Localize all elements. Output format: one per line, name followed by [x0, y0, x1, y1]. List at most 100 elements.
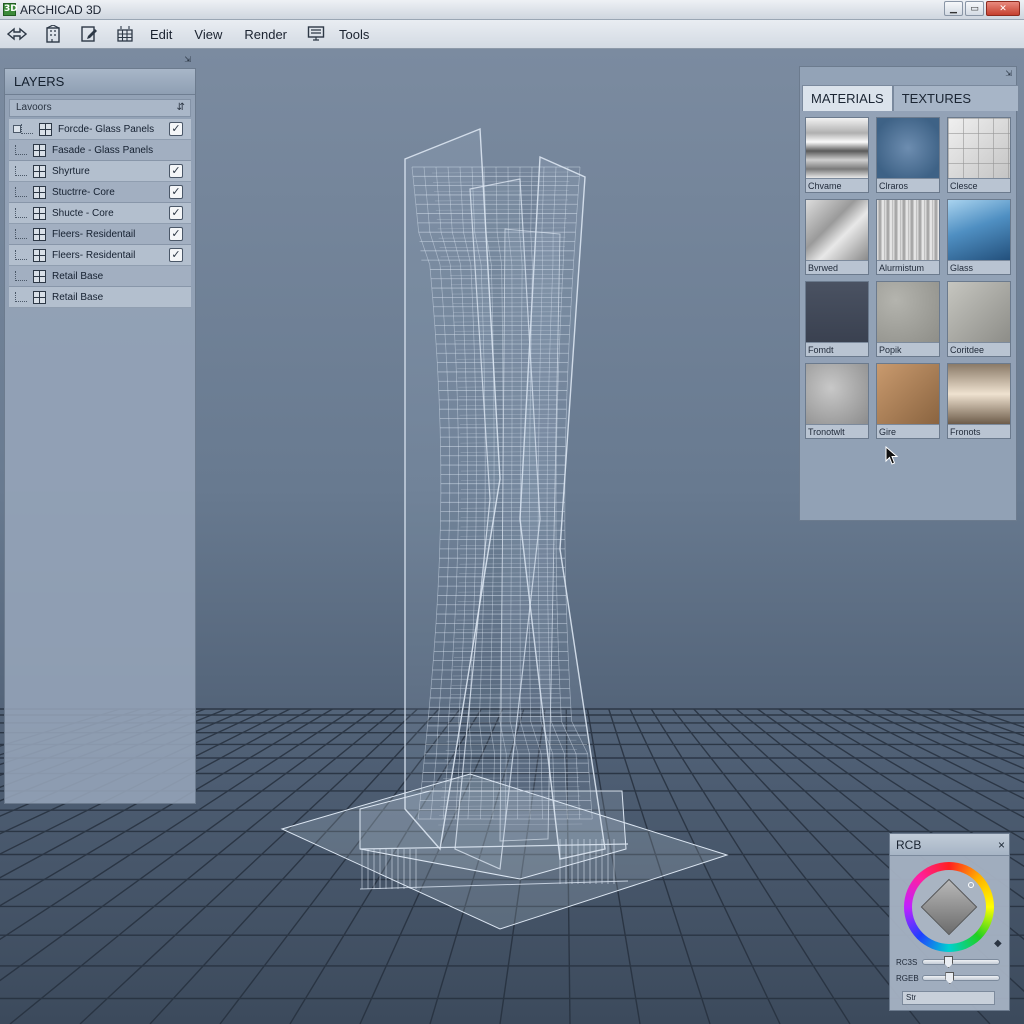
tree-line-icon — [15, 292, 27, 302]
material-swatch[interactable]: Alurmistum — [876, 199, 940, 275]
layer-name: Fasade - Glass Panels — [52, 144, 154, 156]
close-button[interactable]: ✕ — [986, 1, 1020, 16]
minimize-icon: ▁ — [950, 3, 957, 13]
monitor-icon[interactable] — [305, 23, 327, 45]
material-swatch[interactable]: Tronotwlt — [805, 363, 869, 439]
tab-textures[interactable]: TEXTURES — [892, 85, 1019, 111]
material-label: Tronotwlt — [806, 424, 868, 438]
layers-panel-title: LAYERS — [5, 69, 195, 95]
layer-grid-icon — [33, 206, 46, 220]
materials-panel: ⇲ MATERIALS TEXTURES Chvame Clraros Clesce… — [799, 66, 1019, 521]
layer-grid-icon — [33, 185, 46, 199]
edit-doc-icon[interactable] — [78, 23, 100, 45]
layer-grid-icon — [39, 122, 52, 136]
panel-pin-icon[interactable]: ⇲ — [184, 55, 191, 64]
material-label: Glass — [948, 260, 1010, 274]
material-label: Alurmistum — [877, 260, 939, 274]
window-title: ARCHICAD 3D — [20, 2, 102, 17]
tree-line-icon — [15, 166, 27, 176]
layer-row[interactable]: Shyrture ✓ — [9, 161, 191, 182]
material-preview — [877, 200, 939, 260]
color-slider[interactable] — [922, 972, 1000, 984]
layer-name: Shucte - Core — [52, 207, 114, 219]
minimize-button[interactable]: ▁ — [944, 1, 963, 16]
material-preview — [948, 118, 1010, 178]
grid-tool-icon[interactable] — [114, 23, 136, 45]
layer-row[interactable]: Fasade - Glass Panels — [9, 140, 191, 161]
slider-knob[interactable] — [944, 956, 953, 968]
layer-name: Retail Base — [52, 291, 104, 303]
material-swatch[interactable]: Fomdt — [805, 281, 869, 357]
close-icon: ✕ — [999, 3, 1007, 13]
material-swatch[interactable]: Popik — [876, 281, 940, 357]
tower-wireframe — [359, 127, 629, 890]
sort-icon[interactable]: ⇵ — [177, 100, 185, 116]
layer-visibility-checkbox[interactable]: ✓ — [169, 122, 183, 136]
material-preview — [877, 364, 939, 424]
material-preview — [948, 282, 1010, 342]
layer-visibility-checkbox[interactable]: ✓ — [169, 185, 183, 199]
menu-render[interactable]: Render — [244, 27, 287, 42]
tree-expand-icon[interactable] — [13, 125, 21, 133]
layer-row[interactable]: Retail Base — [9, 287, 191, 308]
layers-subheader-label: Lavoors — [16, 102, 52, 113]
layer-name: Fleers- Residentail — [52, 249, 136, 261]
layer-list: Forcde- Glass Panels ✓ Fasade - Glass Pa… — [9, 119, 191, 308]
rgb-panel-header: RCB × — [890, 834, 1009, 856]
slider-knob[interactable] — [945, 972, 955, 984]
material-swatch[interactable]: Glass — [947, 199, 1011, 275]
layer-grid-icon — [33, 269, 46, 283]
layer-visibility-checkbox[interactable]: ✓ — [169, 206, 183, 220]
hue-marker-icon[interactable] — [968, 882, 974, 888]
layer-row[interactable]: Shucte - Core ✓ — [9, 203, 191, 224]
rgb-panel-title: RCB — [896, 838, 922, 852]
tab-materials[interactable]: MATERIALS — [802, 85, 893, 111]
resize-handle-icon[interactable]: ◆ — [994, 938, 1002, 949]
material-swatch[interactable]: Fronots — [947, 363, 1011, 439]
layer-grid-icon — [33, 227, 46, 241]
layer-visibility-checkbox[interactable]: ✓ — [169, 227, 183, 241]
maximize-button[interactable]: ▭ — [965, 1, 984, 16]
layer-visibility-checkbox[interactable]: ✓ — [169, 248, 183, 262]
layer-row[interactable]: Fleers- Residentail ✓ — [9, 224, 191, 245]
menu-tools[interactable]: Tools — [339, 27, 369, 42]
panel-pin-icon[interactable]: ⇲ — [1005, 69, 1012, 78]
building-icon[interactable] — [42, 23, 64, 45]
layer-row[interactable]: Retail Base — [9, 266, 191, 287]
layers-subheader[interactable]: Lavoors ⇵ — [9, 99, 191, 117]
layer-name: Retail Base — [52, 270, 104, 282]
material-preview — [948, 200, 1010, 260]
material-preview — [948, 364, 1010, 424]
color-wheel[interactable] — [904, 862, 994, 952]
layer-name: Stuctrre- Core — [52, 186, 115, 198]
layer-row[interactable]: Fleers- Residentail ✓ — [9, 245, 191, 266]
material-label: Clesce — [948, 178, 1010, 192]
slider-label: RGEB — [896, 973, 919, 983]
material-label: Clraros — [877, 178, 939, 192]
layer-row[interactable]: Forcde- Glass Panels ✓ — [9, 119, 191, 140]
layer-visibility-checkbox[interactable]: ✓ — [169, 164, 183, 178]
material-swatch[interactable]: Clraros — [876, 117, 940, 193]
material-swatch[interactable]: Clesce — [947, 117, 1011, 193]
menu-view[interactable]: View — [194, 27, 222, 42]
material-preview — [877, 118, 939, 178]
material-swatch[interactable]: Coritdee — [947, 281, 1011, 357]
menu-bar: Edit View Render Tools — [0, 20, 1024, 49]
menu-edit[interactable]: Edit — [150, 27, 172, 42]
material-preview — [877, 282, 939, 342]
layer-row[interactable]: Stuctrre- Core ✓ — [9, 182, 191, 203]
maximize-icon: ▭ — [970, 3, 979, 13]
rgb-color-panel: RCB × ◆ RC3S RGEB Str — [889, 833, 1010, 1011]
color-value-field[interactable]: Str — [902, 991, 995, 1005]
tree-line-icon — [15, 229, 27, 239]
window-controls: ▁ ▭ ✕ — [944, 1, 1020, 16]
mouse-cursor-icon — [885, 446, 899, 465]
color-slider[interactable] — [922, 956, 1000, 968]
material-label: Bvrwed — [806, 260, 868, 274]
material-swatch[interactable]: Bvrwed — [805, 199, 869, 275]
close-icon[interactable]: × — [998, 834, 1005, 856]
material-swatch[interactable]: Chvame — [805, 117, 869, 193]
material-preview — [806, 364, 868, 424]
navigate-icon[interactable] — [6, 23, 28, 45]
material-swatch[interactable]: Gire — [876, 363, 940, 439]
